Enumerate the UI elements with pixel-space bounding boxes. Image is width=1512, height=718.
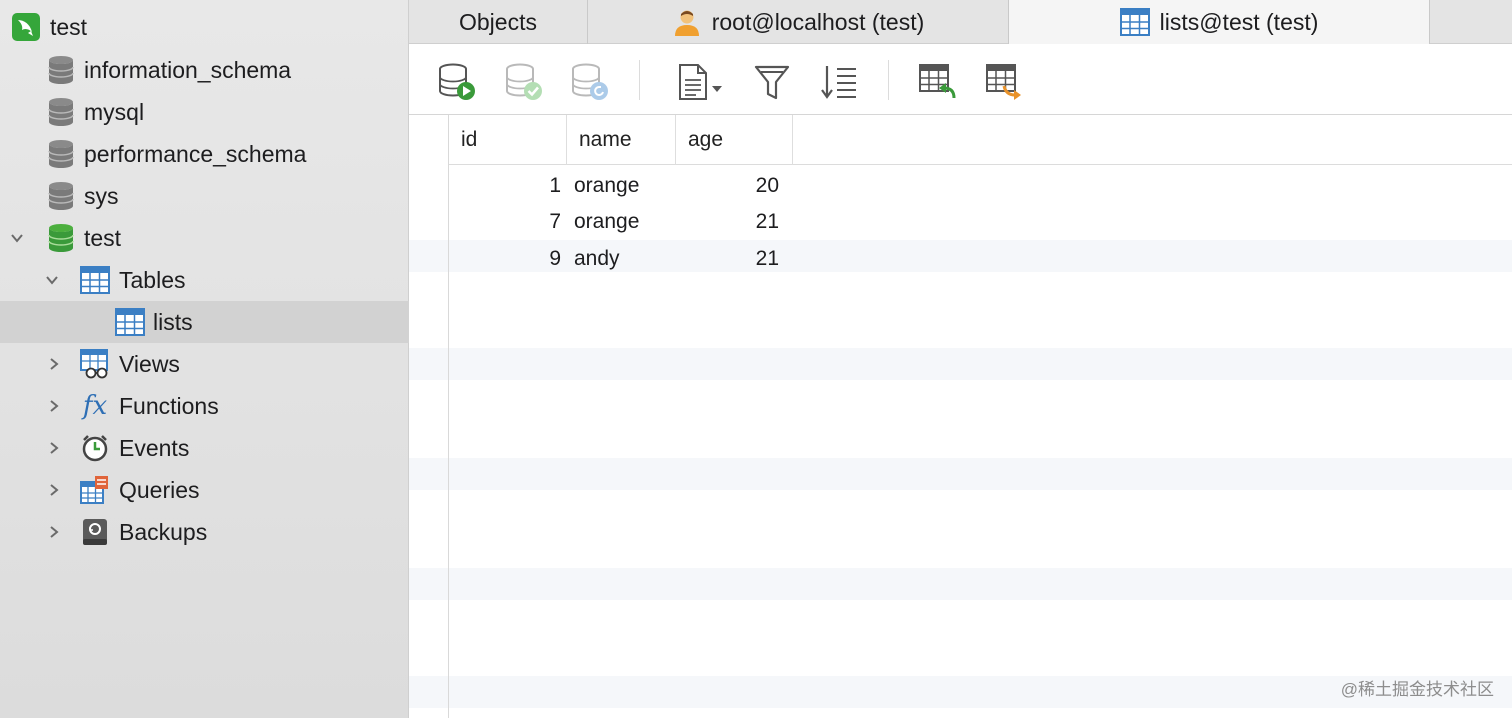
cell-name[interactable]: orange — [574, 204, 674, 240]
table-item-lists[interactable]: lists — [0, 301, 409, 343]
cell-name[interactable]: orange — [574, 168, 674, 204]
commit-button[interactable] — [504, 62, 544, 102]
tab-table-lists[interactable]: lists@test (test) — [1009, 0, 1430, 44]
export-button[interactable] — [984, 62, 1024, 102]
table-row[interactable]: 9 andy 21 — [449, 241, 1209, 277]
filter-funnel-icon — [754, 65, 790, 100]
db-label: mysql — [84, 98, 145, 125]
grid-toolbar — [409, 44, 1512, 115]
connection-label: test — [50, 13, 88, 40]
chevron-right-icon[interactable] — [45, 481, 63, 499]
views-glasses-icon — [79, 348, 111, 380]
group-label: Events — [119, 434, 190, 461]
row-stripe — [409, 568, 1512, 600]
tab-bar: Objects root@localhost (test) lists@test… — [409, 0, 1512, 44]
begin-transaction-button[interactable] — [437, 62, 477, 102]
group-label: Functions — [119, 392, 219, 419]
toolbar-separator — [888, 60, 889, 100]
database-check-icon — [506, 63, 542, 100]
db-label: performance_schema — [84, 140, 307, 167]
db-item-sys[interactable]: sys — [0, 175, 409, 217]
group-label: Views — [119, 350, 180, 377]
chevron-right-icon[interactable] — [45, 355, 63, 373]
group-item-queries[interactable]: Queries — [0, 469, 409, 511]
table-import-icon — [919, 64, 956, 99]
backup-icon — [79, 516, 111, 548]
tab-objects[interactable]: Objects — [409, 0, 588, 44]
column-header-id[interactable]: id — [449, 115, 567, 165]
chevron-right-icon[interactable] — [45, 397, 63, 415]
toolbar-separator — [639, 60, 640, 100]
import-button[interactable] — [917, 62, 957, 102]
filter-button[interactable] — [752, 62, 792, 102]
cell-name[interactable]: andy — [574, 241, 674, 277]
group-label: Queries — [119, 476, 200, 503]
tab-connection[interactable]: root@localhost (test) — [588, 0, 1009, 44]
database-undo-icon — [572, 63, 608, 100]
chevron-right-icon[interactable] — [45, 523, 63, 541]
table-row[interactable]: 1 orange 20 — [449, 168, 1209, 204]
watermark-text: @稀土掘金技术社区 — [1340, 680, 1494, 699]
table-export-icon — [986, 64, 1021, 100]
tab-label: lists@test (test) — [1159, 8, 1319, 35]
row-stripe — [409, 458, 1512, 490]
cell-age[interactable]: 21 — [676, 241, 779, 277]
chevron-right-icon[interactable] — [45, 439, 63, 457]
chevron-down-icon[interactable] — [43, 271, 61, 289]
group-item-events[interactable]: Events — [0, 427, 409, 469]
text-format-button[interactable] — [674, 62, 730, 102]
row-stripe — [409, 348, 1512, 380]
chevron-down-icon[interactable] — [8, 229, 26, 247]
table-row[interactable]: 7 orange 21 — [449, 204, 1209, 240]
cell-age[interactable]: 21 — [676, 204, 779, 240]
table-icon — [114, 306, 146, 338]
tab-label: Objects — [459, 8, 537, 35]
column-header-name[interactable]: name — [567, 115, 676, 165]
group-item-functions[interactable]: fx Functions — [0, 385, 409, 427]
table-label: lists — [153, 308, 193, 335]
data-grid: id name age 1 orange 20 7 orange 21 9 an… — [409, 115, 1512, 718]
column-header-age[interactable]: age — [676, 115, 793, 165]
table-icon — [1119, 7, 1150, 37]
grid-header: id name age — [449, 115, 1512, 165]
database-icon — [45, 54, 77, 86]
database-icon — [45, 138, 77, 170]
database-play-icon — [439, 63, 475, 100]
query-icon — [79, 474, 111, 506]
database-open-icon — [45, 222, 77, 254]
db-label: sys — [84, 182, 119, 209]
db-label: test — [84, 224, 122, 251]
connection-item-test[interactable]: test — [0, 6, 409, 48]
cell-id[interactable]: 9 — [449, 241, 561, 277]
user-icon — [672, 7, 702, 37]
document-dropdown-icon — [679, 64, 722, 100]
db-item-test[interactable]: test — [0, 217, 409, 259]
cell-id[interactable]: 7 — [449, 204, 561, 240]
db-label: information_schema — [84, 56, 292, 83]
group-label: Tables — [119, 266, 186, 293]
database-icon — [45, 96, 77, 128]
sort-icon — [821, 66, 856, 99]
database-icon — [45, 180, 77, 212]
function-fx-icon: fx — [82, 391, 108, 421]
cell-id[interactable]: 1 — [449, 168, 561, 204]
group-item-backups[interactable]: Backups — [0, 511, 409, 553]
db-item-performance-schema[interactable]: performance_schema — [0, 133, 409, 175]
group-item-tables[interactable]: Tables — [0, 259, 409, 301]
row-gutter — [409, 115, 449, 718]
alarm-clock-icon — [79, 432, 111, 464]
navigator-sidebar: test information_schema mysql performanc… — [0, 0, 409, 718]
group-label: Backups — [119, 518, 208, 545]
dolphin-connection-icon — [10, 11, 42, 43]
rollback-button[interactable] — [570, 62, 610, 102]
group-item-views[interactable]: Views — [0, 343, 409, 385]
sort-button[interactable] — [819, 62, 859, 102]
tab-label: root@localhost (test) — [711, 8, 925, 35]
cell-age[interactable]: 20 — [676, 168, 779, 204]
table-icon — [79, 264, 111, 296]
db-item-information-schema[interactable]: information_schema — [0, 49, 409, 91]
db-item-mysql[interactable]: mysql — [0, 91, 409, 133]
